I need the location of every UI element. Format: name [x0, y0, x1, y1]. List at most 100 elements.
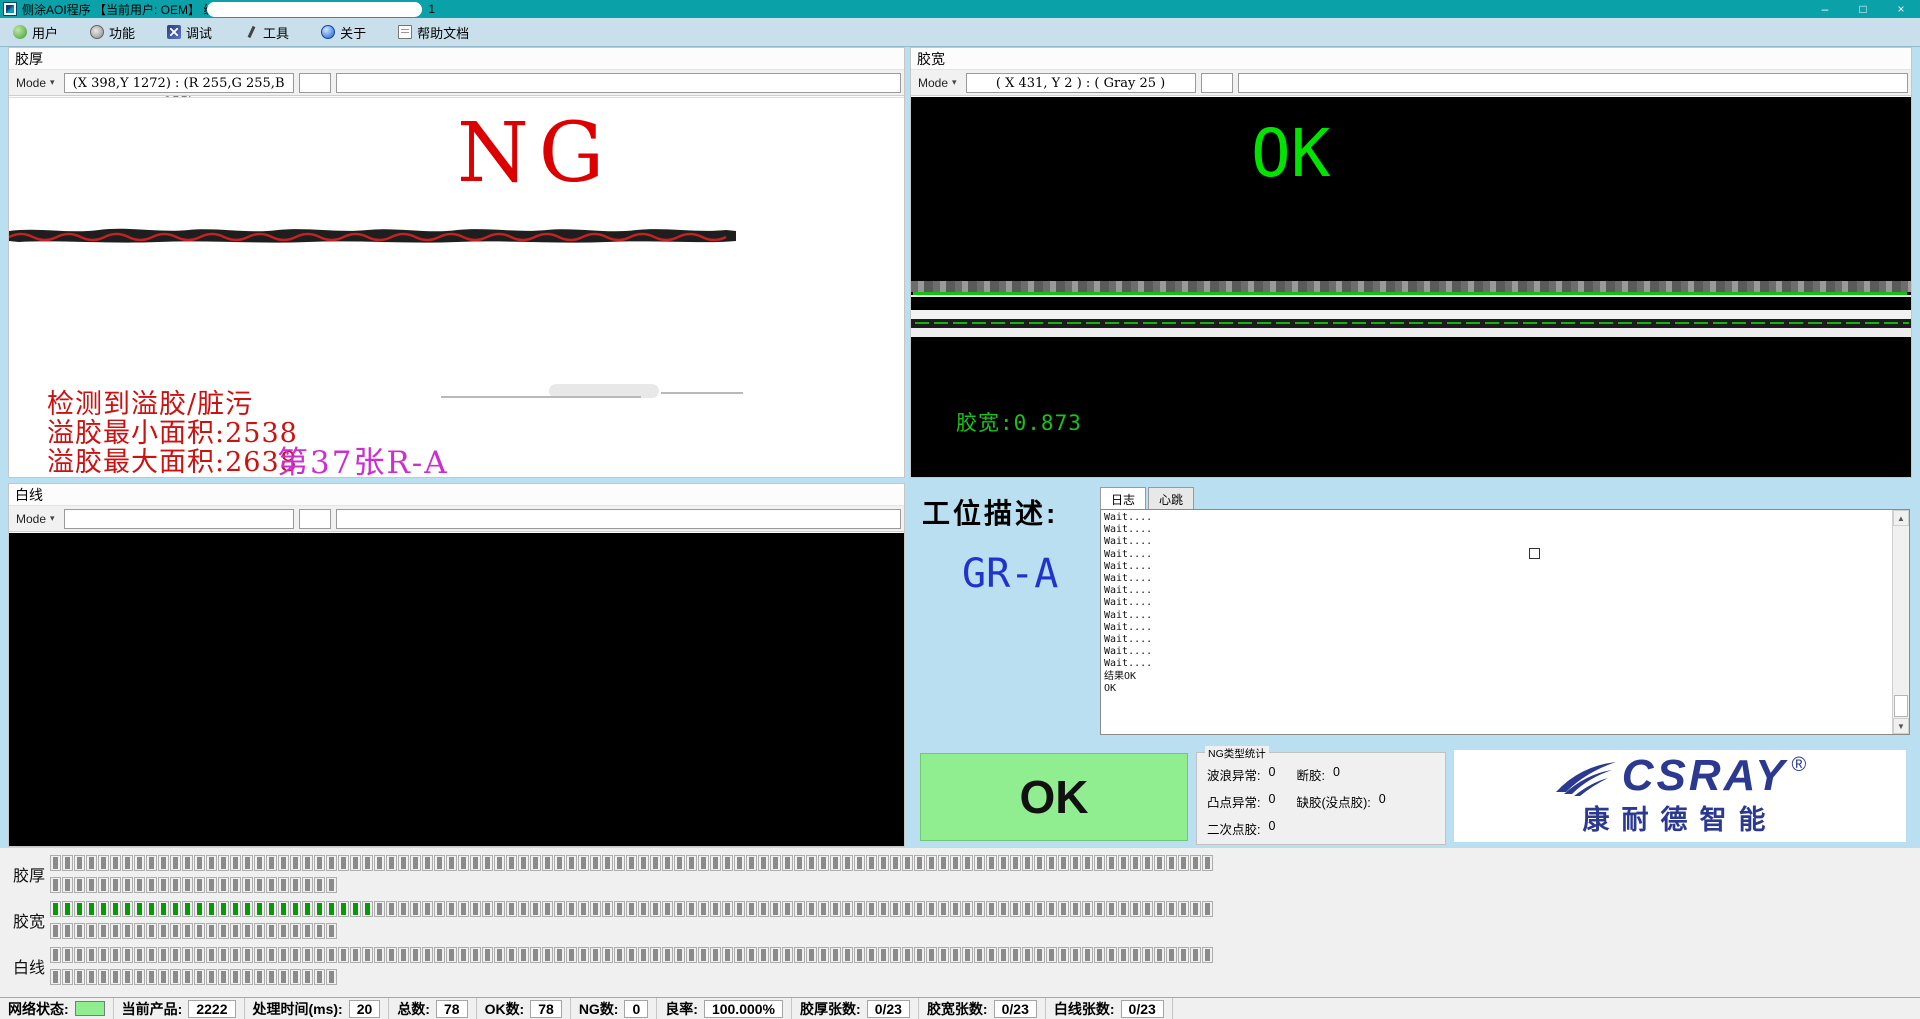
indicator-cell — [146, 901, 157, 917]
indicator-cell — [110, 969, 121, 985]
indicator-cell — [878, 901, 889, 917]
indicator-cell — [650, 901, 661, 917]
log-line: Wait.... — [1104, 658, 1889, 670]
indicator-cell — [458, 855, 469, 871]
mode-label: Mode — [16, 512, 46, 526]
status-label: 网络状态: — [8, 999, 69, 1019]
indicator-cell — [1118, 947, 1129, 963]
indicator-cell — [1190, 855, 1201, 871]
close-button[interactable]: × — [1882, 0, 1920, 18]
panel-jiaohou: 胶厚 Mode▾ (X 398,Y 1272) : (R 255,G 255,B… — [8, 47, 905, 478]
tab-log[interactable]: 日志 — [1100, 487, 1146, 509]
indicator-cell — [902, 947, 913, 963]
menu-item-func[interactable]: 功能 — [87, 21, 138, 44]
toolbar-wide-box[interactable] — [336, 73, 901, 93]
mode-dropdown[interactable]: Mode▾ — [914, 74, 961, 92]
brand-logo-top: CSRAY ® — [1554, 756, 1807, 798]
indicator-row — [50, 877, 1213, 893]
log-checkbox[interactable] — [1529, 548, 1540, 559]
indicator-cell — [266, 855, 277, 871]
indicator-cell — [590, 855, 601, 871]
indicator-cell — [254, 947, 265, 963]
log-lines: Wait....Wait....Wait....Wait....Wait....… — [1104, 512, 1889, 732]
minimize-button[interactable]: – — [1806, 0, 1844, 18]
mode-dropdown[interactable]: Mode▾ — [12, 74, 59, 92]
menu-item-label: 关于 — [340, 23, 366, 42]
menu-item-debug[interactable]: 调试 — [164, 21, 215, 44]
indicator-cell — [1178, 855, 1189, 871]
status-item-ng-count: NG数:0 — [571, 998, 657, 1019]
tab-heartbeat[interactable]: 心跳 — [1148, 487, 1194, 509]
indicator-cell — [446, 855, 457, 871]
log-box[interactable]: Wait....Wait....Wait....Wait....Wait....… — [1100, 509, 1910, 735]
indicator-cell — [122, 901, 133, 917]
indicator-cell — [686, 947, 697, 963]
toolbar-small-box[interactable] — [299, 509, 331, 529]
indicator-cell — [314, 947, 325, 963]
indicator-cell — [518, 855, 529, 871]
indicator-cell — [122, 855, 133, 871]
status-item-proc-time: 处理时间(ms):20 — [245, 998, 390, 1019]
menu-item-tools[interactable]: 工具 — [241, 21, 292, 44]
indicator-cell — [86, 855, 97, 871]
status-value: 20 — [349, 1000, 381, 1018]
toolbar-wide-box[interactable] — [1238, 73, 1908, 93]
indicator-cell — [590, 901, 601, 917]
indicator-cell — [710, 947, 721, 963]
jiaohou-image[interactable]: NG 检测到溢胶/脏污 溢胶最小面积:2538 溢胶最大面积:2638 第37张… — [9, 97, 904, 477]
indicator-cell — [374, 901, 385, 917]
chevron-down-icon: ▾ — [50, 77, 55, 88]
about-icon — [321, 25, 335, 39]
toolbar-wide-box[interactable] — [336, 509, 901, 529]
menu-item-about[interactable]: 关于 — [318, 21, 369, 44]
station-description-label: 工位描述: — [922, 492, 1058, 532]
indicator-cell — [254, 969, 265, 985]
mode-dropdown[interactable]: Mode▾ — [12, 510, 59, 528]
indicator-cell — [74, 877, 85, 893]
indicator-cell — [50, 877, 61, 893]
log-line: Wait.... — [1104, 610, 1889, 622]
indicator-cell — [1046, 901, 1057, 917]
baixian-image[interactable] — [9, 533, 904, 846]
indicator-cell — [1022, 947, 1033, 963]
indicator-cell — [758, 947, 769, 963]
indicator-cell — [146, 947, 157, 963]
indicator-cell — [362, 901, 373, 917]
indicator-cell — [770, 855, 781, 871]
scroll-up-icon[interactable]: ▲ — [1893, 510, 1909, 526]
jiaokuan-image[interactable]: OK 胶宽:0.873 — [911, 97, 1911, 477]
toolbar-small-box[interactable] — [1201, 73, 1233, 93]
toolbar-small-box[interactable] — [299, 73, 331, 93]
scroll-thumb[interactable] — [1894, 695, 1908, 717]
indicator-cell — [242, 855, 253, 871]
indicator-cell — [110, 947, 121, 963]
scroll-down-icon[interactable]: ▼ — [1893, 718, 1909, 734]
indicator-group-jiaohou: 胶厚 — [0, 855, 1920, 893]
indicator-cell — [290, 877, 301, 893]
indicator-cell — [182, 901, 193, 917]
maximize-button[interactable]: □ — [1844, 0, 1882, 18]
indicator-cell — [146, 877, 157, 893]
indicator-cell — [794, 901, 805, 917]
menu-item-label: 帮助文档 — [417, 23, 469, 42]
indicator-cell — [170, 969, 181, 985]
menu-item-help[interactable]: 帮助文档 — [395, 21, 472, 44]
indicator-cell — [518, 901, 529, 917]
indicator-row — [50, 923, 1213, 939]
indicator-cell — [1202, 901, 1213, 917]
menu-item-user[interactable]: 用户 — [10, 21, 61, 44]
result-ok-button[interactable]: OK — [920, 753, 1188, 841]
indicator-cell — [422, 901, 433, 917]
log-scrollbar[interactable]: ▲ ▼ — [1892, 510, 1909, 734]
indicator-cell — [878, 855, 889, 871]
indicator-cell — [554, 855, 565, 871]
indicator-cell — [1010, 855, 1021, 871]
indicator-cell — [74, 855, 85, 871]
indicator-cell — [1166, 947, 1177, 963]
user-icon — [13, 25, 27, 39]
indicator-cell — [110, 877, 121, 893]
indicator-cell — [86, 877, 97, 893]
indicator-cell — [74, 923, 85, 939]
indicator-cell — [218, 947, 229, 963]
indicator-cell — [578, 901, 589, 917]
